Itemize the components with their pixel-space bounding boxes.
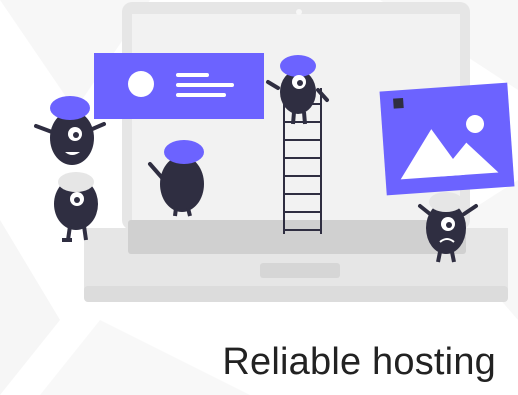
caption-text: Reliable hosting xyxy=(222,341,496,383)
image-card-icon xyxy=(379,82,515,196)
monster-top-left xyxy=(34,96,106,165)
profile-card-icon xyxy=(94,53,264,119)
hosting-illustration xyxy=(0,0,518,395)
